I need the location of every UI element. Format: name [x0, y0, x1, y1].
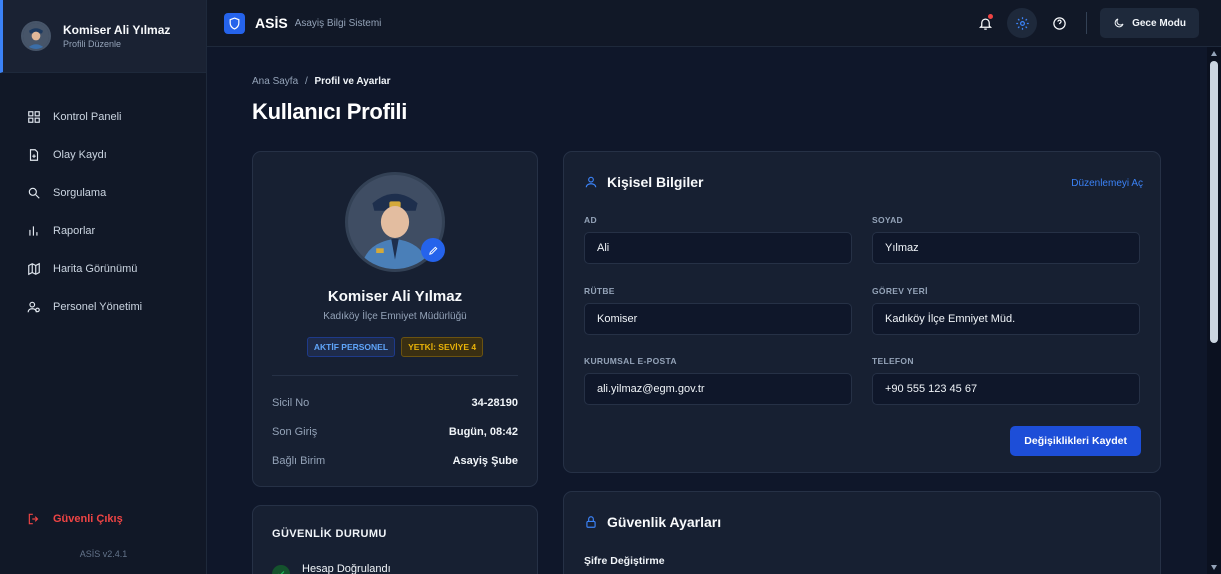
- personal-info-title: Kişisel Bilgiler: [607, 174, 704, 190]
- personal-info-card: Kişisel Bilgiler Düzenlemeyi Aç AD Ali S…: [563, 151, 1161, 473]
- info-row-sicil: Sicil No 34-28190: [272, 397, 518, 409]
- email-field[interactable]: ali.yilmaz@egm.gov.tr: [584, 373, 852, 405]
- top-header: ASİS Asayiş Bilgi Sistemi Gece Modu: [207, 0, 1221, 47]
- logout-label: Güvenli Çıkış: [53, 513, 123, 525]
- breadcrumb: Ana Sayfa / Profil ve Ayarlar: [252, 76, 390, 87]
- security-status-card: GÜVENLİK DURUMU Hesap Doğrulandı: [252, 505, 538, 574]
- avatar: [21, 21, 51, 51]
- brand-name: ASİS: [255, 15, 288, 31]
- sidebar-item-label: Sorgulama: [53, 187, 107, 199]
- night-mode-label: Gece Modu: [1132, 17, 1186, 29]
- security-settings-header: Güvenlik Ayarları: [584, 514, 721, 530]
- breadcrumb-separator: /: [304, 76, 308, 87]
- info-key: Son Giriş: [272, 426, 318, 438]
- map-icon: [28, 262, 40, 276]
- profile-badges: AKTİF PERSONEL YETKİ: SEVİYE 4: [253, 337, 537, 357]
- profile-unit: Kadıköy İlçe Emniyet Müdürlüğü: [323, 311, 467, 322]
- sidebar-item-label: Olay Kaydı: [53, 149, 107, 161]
- scroll-down-arrow-icon[interactable]: [1211, 565, 1217, 570]
- dashboard-icon: [28, 111, 40, 123]
- info-value: Asayiş Şube: [452, 455, 518, 467]
- info-key: Bağlı Birim: [272, 455, 326, 467]
- field-label-eposta: KURUMSAL E-POSTA: [584, 356, 677, 366]
- sidebar-item-raporlar[interactable]: Raporlar: [0, 212, 206, 250]
- phone-field[interactable]: +90 555 123 45 67: [872, 373, 1140, 405]
- verified-row: Hesap Doğrulandı: [272, 555, 391, 574]
- sidebar-item-label: Personel Yönetimi: [53, 301, 143, 313]
- edit-avatar-button[interactable]: [421, 238, 445, 262]
- shield-logo-icon: [224, 12, 245, 34]
- profile-name: Komiser Ali Yılmaz: [327, 288, 463, 305]
- bar-chart-icon: [29, 226, 38, 236]
- profile-card: Komiser Ali Yılmaz Kadıköy İlçe Emniyet …: [252, 151, 538, 487]
- gear-icon: [1015, 16, 1029, 30]
- sidebar-item-sorgulama[interactable]: Sorgulama: [0, 174, 206, 212]
- sidebar-item-label: Harita Görünümü: [53, 263, 138, 275]
- field-label-gorev-yeri: GÖREV YERİ: [872, 286, 928, 296]
- last-name-field[interactable]: Yılmaz: [872, 232, 1140, 264]
- app-version: ASİS v2.4.1: [79, 549, 128, 559]
- field-label-ad: AD: [584, 215, 597, 225]
- field-label-soyad: SOYAD: [872, 215, 903, 225]
- sidebar-user-edit-link[interactable]: Profili Düzenle: [63, 39, 170, 49]
- brand-subtitle: Asayiş Bilgi Sistemi: [294, 17, 382, 29]
- breadcrumb-current: Profil ve Ayarlar: [314, 76, 391, 87]
- help-button[interactable]: [1044, 8, 1074, 38]
- info-key: Sicil No: [272, 397, 310, 409]
- night-mode-button[interactable]: Gece Modu: [1100, 8, 1199, 38]
- sidebar-item-olay-kaydi[interactable]: Olay Kaydı: [0, 136, 206, 174]
- sidebar: Komiser Ali Yılmaz Profili Düzenle Kontr…: [0, 0, 207, 574]
- moon-icon: [1114, 18, 1124, 28]
- notifications-button[interactable]: [970, 8, 1000, 38]
- sidebar-item-label: Raporlar: [53, 225, 96, 237]
- shield-check-icon: [272, 565, 290, 574]
- password-change-label: Şifre Değiştirme: [584, 555, 665, 567]
- security-status-title: GÜVENLİK DURUMU: [272, 528, 387, 540]
- rank-field[interactable]: Komiser: [584, 303, 852, 335]
- sidebar-item-personel-yonetimi[interactable]: Personel Yönetimi: [0, 288, 206, 326]
- sidebar-user-profile[interactable]: Komiser Ali Yılmaz Profili Düzenle: [0, 0, 206, 73]
- scroll-thumb[interactable]: [1210, 61, 1218, 343]
- info-row-bagli-birim: Bağlı Birim Asayiş Şube: [272, 455, 518, 467]
- logout-icon: [28, 513, 39, 525]
- sidebar-nav: Kontrol Paneli Olay Kaydı Sorgulama Rapo…: [0, 98, 206, 326]
- authority-badge: YETKİ: SEVİYE 4: [401, 337, 484, 357]
- pencil-icon: [428, 246, 437, 255]
- duty-station-field[interactable]: Kadıköy İlçe Emniyet Müd.: [872, 303, 1140, 335]
- settings-button[interactable]: [1007, 8, 1038, 38]
- info-value: Bugün, 08:42: [448, 426, 518, 438]
- lock-icon: [586, 516, 596, 528]
- page-title: Kullanıcı Profili: [252, 99, 408, 124]
- sidebar-item-label: Kontrol Paneli: [53, 111, 122, 123]
- logout-button[interactable]: Güvenli Çıkış: [27, 512, 123, 526]
- help-circle-icon: [1052, 16, 1066, 30]
- scroll-up-arrow-icon[interactable]: [1211, 51, 1217, 56]
- info-value: 34-28190: [471, 397, 519, 409]
- field-label-telefon: TELEFON: [872, 356, 914, 366]
- sidebar-item-kontrol-paneli[interactable]: Kontrol Paneli: [0, 98, 206, 136]
- users-icon: [27, 301, 40, 313]
- security-settings-card: Güvenlik Ayarları Şifre Değiştirme: [563, 491, 1161, 574]
- breadcrumb-home[interactable]: Ana Sayfa: [252, 76, 298, 87]
- user-icon: [585, 176, 597, 188]
- save-changes-button[interactable]: Değişiklikleri Kaydet: [1010, 426, 1141, 456]
- info-row-son-giris: Son Giriş Bugün, 08:42: [272, 426, 518, 438]
- sidebar-item-harita-gorunumu[interactable]: Harita Görünümü: [0, 250, 206, 288]
- profile-divider: [272, 375, 518, 376]
- search-icon: [28, 187, 40, 199]
- verified-label: Hesap Doğrulandı: [302, 563, 391, 574]
- personal-info-header: Kişisel Bilgiler: [584, 174, 703, 190]
- field-label-rutbe: RÜTBE: [584, 286, 615, 296]
- page-scrollbar[interactable]: [1207, 47, 1221, 574]
- header-divider: [1086, 12, 1088, 34]
- file-plus-icon: [29, 149, 39, 161]
- security-settings-title: Güvenlik Ayarları: [607, 514, 722, 530]
- enable-edit-link[interactable]: Düzenlemeyi Aç: [1071, 178, 1143, 189]
- first-name-field[interactable]: Ali: [584, 232, 852, 264]
- status-badge: AKTİF PERSONEL: [306, 337, 396, 357]
- sidebar-user-name: Komiser Ali Yılmaz: [63, 23, 171, 37]
